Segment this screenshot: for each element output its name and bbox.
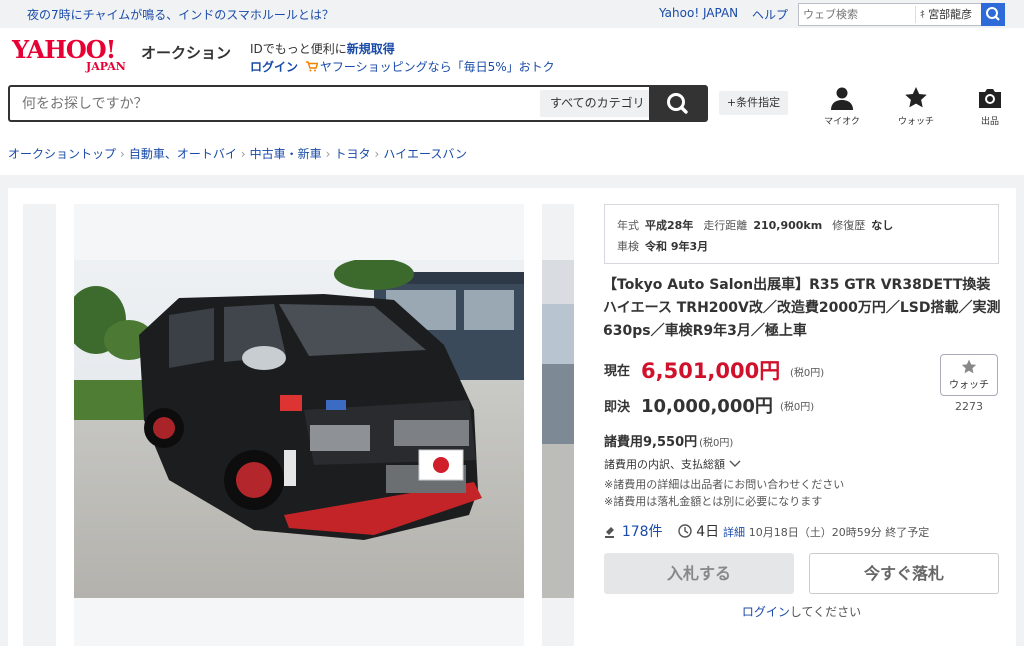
advanced-search-button[interactable]: +条件指定 xyxy=(719,91,788,115)
search-icon xyxy=(986,7,1000,21)
news-link[interactable]: 夜の7時にチャイムが鳴る、インドのスマホルールとは？ xyxy=(27,6,334,23)
time-detail-link[interactable]: 詳細 xyxy=(723,526,745,539)
search-icon xyxy=(667,93,688,114)
id-promo: IDでもっと便利に新規取得 xyxy=(250,40,395,57)
web-search-button[interactable] xyxy=(981,3,1005,26)
service-name: オークション xyxy=(141,44,232,62)
star-icon xyxy=(905,87,927,108)
top-bar: 夜の7時にチャイムが鳴る、インドのスマホルールとは？ Yahoo! JAPAN … xyxy=(0,0,1024,28)
id-promo-text: IDでもっと便利に xyxy=(250,42,347,56)
camera-icon xyxy=(979,89,1001,108)
web-search-input[interactable] xyxy=(799,4,915,25)
breadcrumb-item[interactable]: 自動車、オートバイ xyxy=(129,147,237,161)
auction-status: 178件 4日 詳細 10月18日（土）20時59分 終了予定 xyxy=(604,521,929,541)
web-search-box: ｷ 宮部龍彦 xyxy=(798,3,1005,26)
fee-breakdown-label: 諸費用の内訳、支払総額 xyxy=(604,458,725,471)
search-input[interactable] xyxy=(10,87,540,120)
buynow-price: 10,000,000円 xyxy=(641,396,773,417)
fee-note: ※諸費用は落札金額とは別に必要になります xyxy=(604,495,823,508)
gallery-prev-image[interactable] xyxy=(23,204,56,646)
sell-label: 出品 xyxy=(980,117,999,127)
breadcrumb-item[interactable]: オークショントップ xyxy=(8,147,116,161)
category-select[interactable]: すべてのカテゴリ xyxy=(540,90,655,117)
repair-value: なし xyxy=(871,219,894,232)
chevron-down-icon xyxy=(729,460,741,467)
year-label: 年式 xyxy=(617,219,639,232)
spec-row: 年式 平成28年 走行距離 210,900km 修復歴 なし xyxy=(617,217,903,233)
fee-total: 諸費用9,550円 (税0円) xyxy=(604,431,733,450)
spec-row: 車検 令和 9年3月 xyxy=(617,238,718,254)
breadcrumb-separator: › xyxy=(374,147,380,161)
fee-amount: 諸費用9,550円 xyxy=(604,435,698,450)
mileage-label: 走行距離 xyxy=(703,219,748,232)
fee-tax: (税0円) xyxy=(699,438,734,449)
watch-button[interactable]: ウォッチ xyxy=(940,354,998,396)
current-price-tax: (税0円) xyxy=(790,368,825,379)
current-price-label: 現在 xyxy=(604,364,631,379)
fee-note: ※諸費用の詳細は出品者にお問い合わせください xyxy=(604,478,845,491)
vehicle-spec-box: 年式 平成28年 走行距離 210,900km 修復歴 なし 車検 令和 9年3月 xyxy=(604,204,999,264)
breadcrumb-item[interactable]: ハイエースバン xyxy=(383,147,467,161)
time-left: 4日 xyxy=(696,524,720,540)
buynow-price-tax: (税0円) xyxy=(780,402,815,413)
my-auction-button[interactable]: マイオク xyxy=(817,86,867,127)
breadcrumb: オークショントップ › 自動車、オートバイ › 中古車・新車 › トヨタ › ハイエースバン xyxy=(8,145,467,162)
repair-label: 修復歴 xyxy=(832,219,866,232)
bid-count-link[interactable]: 178件 xyxy=(622,524,663,540)
breadcrumb-separator: › xyxy=(240,147,246,161)
yahoo-japan-link[interactable]: Yahoo! JAPAN xyxy=(659,6,738,20)
watch-list-button[interactable]: ウォッチ xyxy=(891,86,941,127)
current-price: 6,501,000円 xyxy=(641,359,781,383)
sell-button[interactable]: 出品 xyxy=(965,86,1015,127)
user-name-label: 宮部龍彦 xyxy=(928,8,973,21)
breadcrumb-separator: › xyxy=(325,147,331,161)
end-time: 10月18日（土）20時59分 終了予定 xyxy=(748,526,930,539)
cart-icon xyxy=(305,61,318,72)
logo-text: YAHOO! xyxy=(12,35,116,64)
my-auction-label: マイオク xyxy=(824,117,860,127)
mileage-value: 210,900km xyxy=(753,219,823,232)
login-prompt-text: してください xyxy=(789,605,862,619)
star-icon xyxy=(961,359,977,374)
yahoo-auction-logo[interactable]: YAHOO! JAPAN xyxy=(12,35,138,74)
breadcrumb-item[interactable]: 中古車・新車 xyxy=(250,147,322,161)
inspection-value: 令和 9年3月 xyxy=(645,240,709,253)
login-line: ログイン ヤフーショッピングなら「毎日5%」おトク xyxy=(250,58,555,75)
help-link[interactable]: ヘルプ xyxy=(752,6,788,23)
clock-icon xyxy=(678,524,693,538)
register-link[interactable]: 新規取得 xyxy=(347,42,395,56)
shopping-promo-link[interactable]: ヤフーショッピングなら「毎日5%」おトク xyxy=(320,60,555,74)
logo-subtext: JAPAN xyxy=(86,60,126,73)
main-search-bar: すべてのカテゴリ xyxy=(8,85,708,122)
search-button[interactable] xyxy=(649,87,706,120)
login-prompt: ログインしてください xyxy=(604,603,999,620)
buynow-price-label: 即決 xyxy=(604,400,631,415)
watch-label: ウォッチ xyxy=(897,117,934,127)
item-photo[interactable] xyxy=(74,260,524,598)
inspection-label: 車検 xyxy=(617,240,639,253)
item-title: 【Tokyo Auto Salon出展車】R35 GTR VR38DETT換装ハ… xyxy=(603,277,1001,339)
bid-button[interactable]: 入札する xyxy=(604,553,794,594)
gallery-next-image[interactable] xyxy=(542,204,574,646)
buy-now-button[interactable]: 今すぐ落札 xyxy=(809,553,999,594)
year-value: 平成28年 xyxy=(645,219,694,232)
van-photo-image xyxy=(74,260,524,598)
watch-count: 2273 xyxy=(955,400,983,413)
login-link[interactable]: ログイン xyxy=(250,60,298,74)
person-icon xyxy=(831,87,853,110)
user-name[interactable]: ｷ 宮部龍彦 xyxy=(915,6,976,23)
fee-breakdown-toggle[interactable]: 諸費用の内訳、支払総額 xyxy=(604,456,741,472)
breadcrumb-item[interactable]: トヨタ xyxy=(334,147,370,161)
login-prompt-link[interactable]: ログイン xyxy=(742,605,790,619)
breadcrumb-separator: › xyxy=(120,147,125,161)
gavel-icon xyxy=(605,527,614,538)
watch-button-label: ウォッチ xyxy=(949,380,989,391)
